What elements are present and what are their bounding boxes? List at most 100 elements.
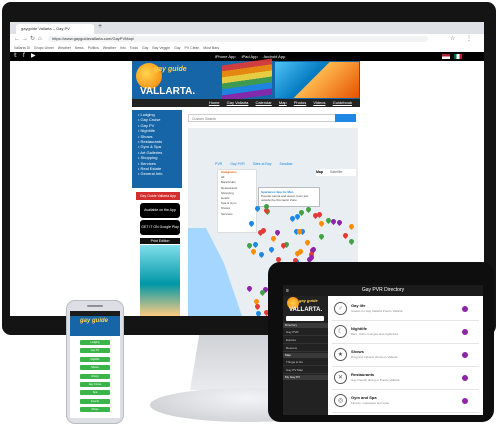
tablet-logo-main: VALLARTA. <box>289 307 323 313</box>
bookmark-item[interactable]: Gay <box>174 44 180 52</box>
directory-subtitle: Gay friendly dining in Puerto Vallarta <box>351 378 400 382</box>
directory-subtitle: Drag and cabaret shows in Vallarta <box>351 355 398 359</box>
bookmark-item[interactable]: Most Bars <box>203 44 219 52</box>
tablet-menu-item[interactable]: Gay PV Map <box>283 367 328 374</box>
bookmark-item[interactable]: Bay Veggie <box>152 44 170 52</box>
app-banner[interactable]: Gay Guide Vallarta App <box>136 192 180 200</box>
chevron-right-icon[interactable] <box>462 329 468 335</box>
star-icon[interactable]: ☆ <box>450 34 455 44</box>
url-field[interactable]: https://www.gayguidevallarta.com/GayPVMa… <box>48 36 428 42</box>
bookmark-item[interactable]: Info <box>120 44 126 52</box>
nav-map[interactable]: Map <box>279 100 287 105</box>
hamburger-icon[interactable]: ≡ <box>286 288 289 294</box>
tablet-menu-section: My Gay PV <box>283 375 328 380</box>
bookmark-item[interactable]: Tools <box>130 44 138 52</box>
phone-menu-button[interactable]: Shops <box>80 407 110 413</box>
sidebar-links: LodgingGay CruiseGay PVNightlifeShowsRes… <box>138 112 163 177</box>
phone-menu-button[interactable]: Gay PV <box>80 348 110 354</box>
menu-icon[interactable]: ⋮ <box>466 34 472 44</box>
phone-menu-button[interactable]: Spa <box>80 390 110 396</box>
chevron-right-icon[interactable] <box>462 306 468 312</box>
directory-title: Shows <box>351 349 364 354</box>
filter-sites[interactable]: Sites at Bay <box>253 162 272 166</box>
phone-menu-button[interactable]: Lodging <box>80 340 110 345</box>
bookmark-item[interactable]: Gay <box>142 44 148 52</box>
tablet-menu-item[interactable]: Reserve <box>283 345 328 352</box>
reload-icon[interactable]: ↻ <box>30 34 35 44</box>
nav-videos[interactable]: Videos <box>313 100 325 105</box>
app-links: iPhone App iPad App Android App <box>215 52 290 61</box>
print-edition-cover[interactable] <box>140 245 180 316</box>
youtube-icon[interactable]: ▶ <box>31 52 36 61</box>
phone-menu-button[interactable]: Nightlife <box>80 356 110 362</box>
filter-gay-pvr[interactable]: Gay PVR <box>230 162 245 166</box>
directory-icon: ★ <box>334 348 347 361</box>
phone-speaker <box>87 305 103 307</box>
tablet-search-input[interactable] <box>286 316 324 321</box>
nav-guidebook[interactable]: Guidebook <box>333 100 352 105</box>
tablet-menu-item[interactable]: Gay PVR <box>283 329 328 336</box>
us-flag-icon[interactable] <box>442 54 450 59</box>
tablet-menu-item[interactable]: Things to Do <box>283 359 328 366</box>
main-nav: Home Gay Vallarta Calendar Map Photos Vi… <box>132 99 360 107</box>
home-icon[interactable]: ⌂ <box>38 34 42 44</box>
bookmark-item[interactable]: Vallarta Dl <box>14 44 30 52</box>
nav-photos[interactable]: Photos <box>294 100 306 105</box>
phone-menu-button[interactable]: Shows <box>80 365 110 371</box>
logo-vallarta[interactable]: VALLARTA. <box>140 86 195 97</box>
directory-icon: ✕ <box>334 371 347 384</box>
phone-menu-button[interactable]: Gay Cruise <box>80 382 110 387</box>
nav-calendar[interactable]: Calendar <box>256 100 272 105</box>
filter-sandbar[interactable]: Sandbar <box>279 162 292 166</box>
tablet-title-bar: Gay PVR Directory <box>283 285 483 296</box>
bookmark-item[interactable]: Weather <box>58 44 71 52</box>
mexico-flag-icon[interactable] <box>454 54 462 59</box>
sidebar-link[interactable]: General Info <box>138 171 163 176</box>
chevron-right-icon[interactable] <box>462 375 468 381</box>
google-play-badge[interactable]: GET IT ON Google Play <box>140 220 180 235</box>
tablet-menu-item[interactable]: Explore <box>283 337 328 344</box>
search-input[interactable]: Custom Search <box>188 114 356 122</box>
map-filters: PVR Gay PVR Sites at Bay Sandbar <box>215 162 300 167</box>
app-store-badge[interactable]: Available on the App Store <box>140 203 180 227</box>
new-tab-button[interactable]: + <box>98 23 102 30</box>
bookmark-item[interactable]: Politics <box>88 44 99 52</box>
category-item[interactable]: Services <box>221 212 256 217</box>
twitter-icon[interactable]: 𝕥 <box>14 52 17 61</box>
directory-subtitle: Guides for Gay Vallarta Puerto Vallarta <box>351 309 403 313</box>
logo-gay-guide: gay guide <box>154 66 187 73</box>
chevron-right-icon[interactable] <box>462 398 468 404</box>
rainbow-flag-image <box>222 58 272 102</box>
bookmark-item[interactable]: Grupo Unnel <box>34 44 54 52</box>
directory-title: Gay life <box>351 303 366 308</box>
iphone-app-link[interactable]: iPhone App <box>215 54 235 59</box>
directory-icon: ♂ <box>334 302 347 315</box>
back-icon[interactable]: ← <box>14 34 20 44</box>
directory-title: Nightlife <box>351 326 367 331</box>
phone-menu-button[interactable]: Events <box>80 398 110 404</box>
bookmark-item[interactable]: News <box>75 44 84 52</box>
satellite-tab[interactable]: Satellite <box>330 170 342 174</box>
tablet-menu-section: Directory <box>283 323 328 328</box>
chevron-right-icon[interactable] <box>462 352 468 358</box>
map-type-toggle: Map Satellite <box>316 169 356 176</box>
directory-icon: ◎ <box>334 394 347 407</box>
directory-subtitle: Fitness, massages and spas <box>351 401 390 405</box>
phone-menu-button[interactable]: Dining <box>80 373 110 379</box>
browser-tab[interactable]: gayguide Vallarta – Gay PV <box>16 24 94 34</box>
phone-logo: gay guide <box>80 318 109 324</box>
forward-icon[interactable]: → <box>22 34 28 44</box>
nav-home[interactable]: Home <box>209 100 220 105</box>
nav-gay-vallarta[interactable]: Gay Vallarta <box>227 100 249 105</box>
map-tab[interactable]: Map <box>316 170 323 174</box>
filter-pvr[interactable]: PVR <box>215 162 222 166</box>
ipad-app-link[interactable]: iPad App <box>242 54 258 59</box>
bookmark-item[interactable]: Weather <box>103 44 116 52</box>
directory-title: Restaurants <box>351 372 375 377</box>
search-button[interactable] <box>335 114 356 122</box>
bookmark-item[interactable]: PV Clean <box>185 44 200 52</box>
facebook-icon[interactable]: f <box>23 52 25 61</box>
bookmarks-bar: Vallarta Dl Grupo Unnel Weather News Politic… <box>10 44 484 52</box>
popup-description: Popular sauna and steam room just outsid… <box>261 194 309 202</box>
tablet-logo-top: gay guide <box>299 298 318 303</box>
